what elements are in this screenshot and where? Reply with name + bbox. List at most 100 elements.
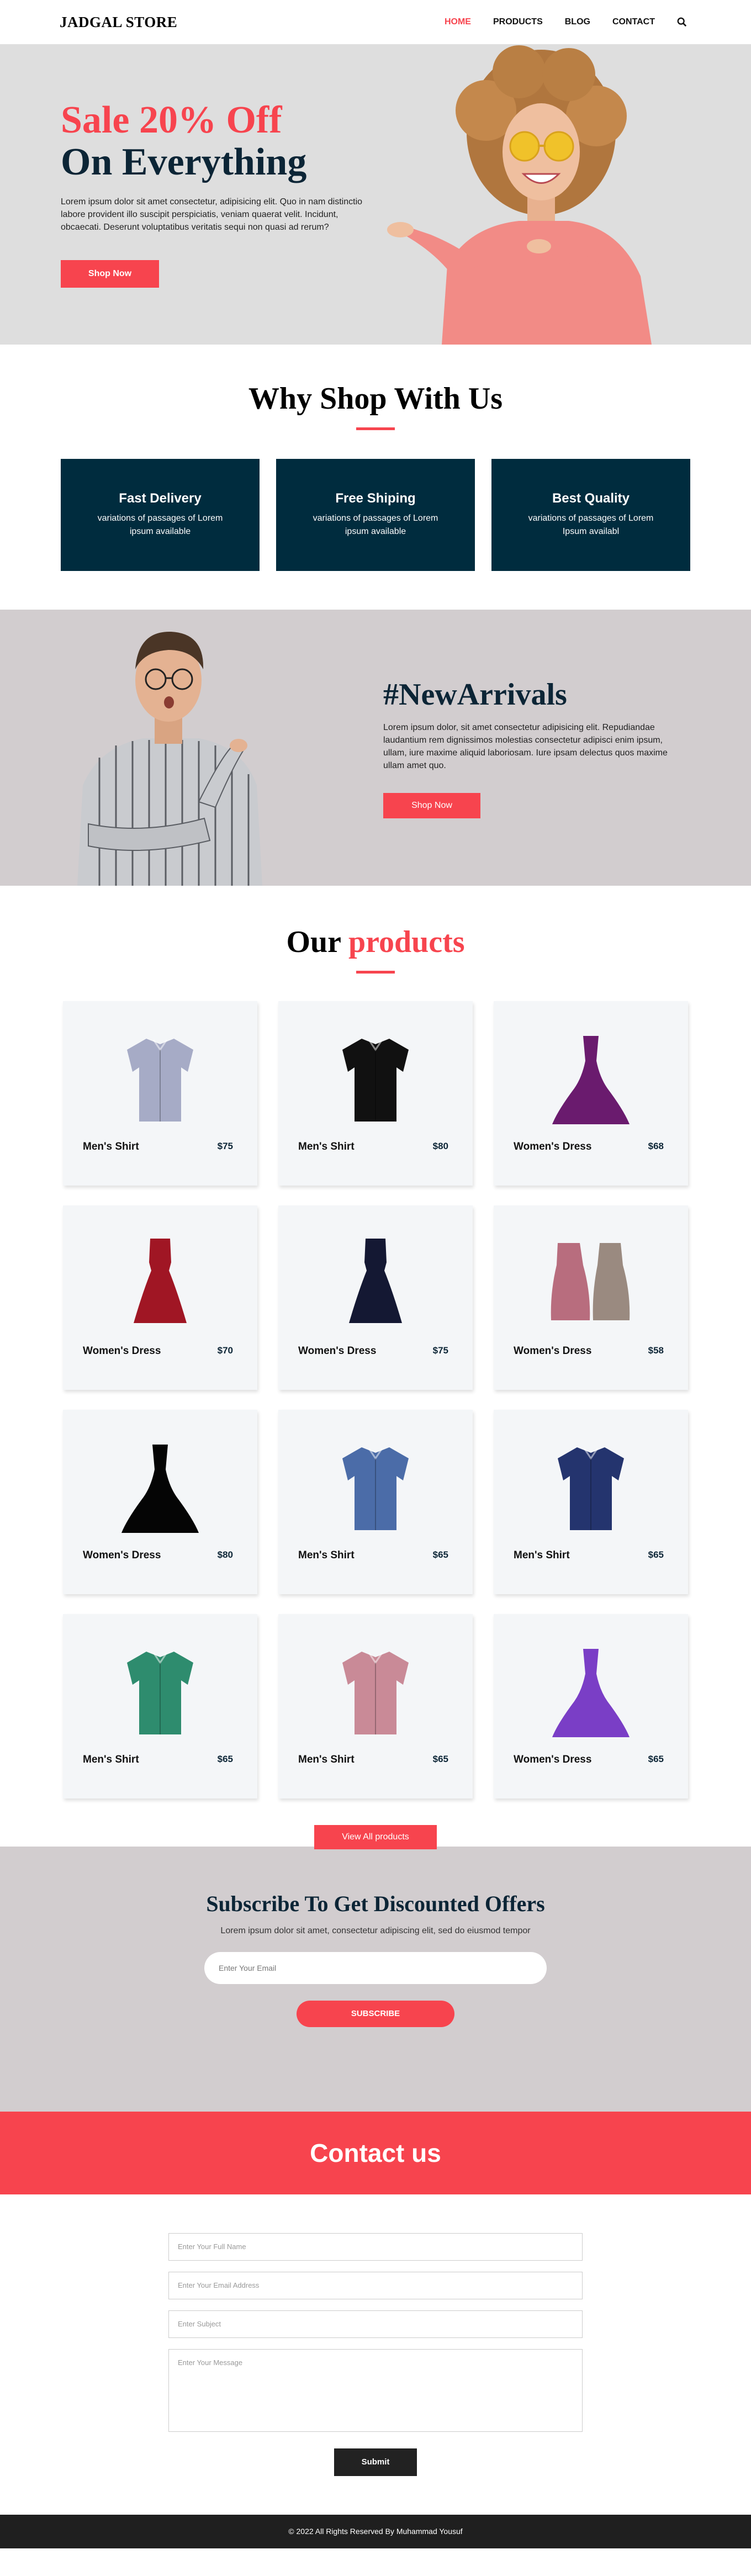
arrivals-model-image: [77, 631, 262, 886]
product-image: [551, 1243, 630, 1320]
product-price: $65: [432, 1549, 448, 1560]
hero-model-image: [387, 45, 652, 345]
product-name: Men's Shirt: [514, 1549, 570, 1561]
product-name: Men's Shirt: [83, 1141, 139, 1152]
product-price: $65: [217, 1754, 233, 1764]
product-card[interactable]: Women's Dress $70: [63, 1205, 257, 1390]
submit-button[interactable]: Submit: [334, 2448, 417, 2476]
product-name: Men's Shirt: [83, 1754, 139, 1765]
arrivals-title: #NewArrivals: [383, 678, 567, 712]
product-image: [342, 1039, 409, 1122]
view-all-products-button[interactable]: View All products: [314, 1825, 437, 1849]
product-image: [349, 1239, 402, 1323]
hero-text: Sale 20% Off On Everything Lorem ipsum d…: [61, 99, 376, 288]
view-all-wrapper: View All products: [0, 1825, 751, 1849]
product-name: Women's Dress: [83, 1345, 161, 1357]
subscribe-email-input[interactable]: Enter Your Email: [204, 1952, 547, 1984]
hero-description: Lorem ipsum dolor sit amet consectetur, …: [61, 197, 363, 232]
product-price: $65: [648, 1754, 664, 1764]
site-logo[interactable]: JADGAL STORE: [60, 14, 177, 31]
message-field[interactable]: Enter Your Message: [168, 2349, 583, 2432]
nav-blog[interactable]: BLOG: [565, 17, 590, 27]
site-header: JADGAL STORE HOME PRODUCTS BLOG CONTACT: [0, 0, 751, 44]
why-shop-section: Why Shop With Us Fast Delivery variation…: [0, 345, 751, 610]
main-nav: HOME PRODUCTS BLOG CONTACT: [445, 17, 687, 27]
feature-text: variations of passages of Lorem ipsum av…: [313, 514, 438, 536]
product-name: Men's Shirt: [298, 1141, 355, 1152]
product-card[interactable]: Men's Shirt $80: [278, 1001, 473, 1186]
new-arrivals-section: #NewArrivals Lorem ipsum dolor, sit amet…: [0, 610, 751, 886]
feature-card-delivery: Fast Delivery variations of passages of …: [61, 459, 260, 571]
feature-title: Best Quality: [552, 491, 630, 506]
hero-title-sale: Sale 20% Off: [61, 99, 282, 141]
product-card[interactable]: Women's Dress $65: [494, 1614, 688, 1799]
product-card[interactable]: Men's Shirt $65: [494, 1410, 688, 1594]
product-price: $75: [432, 1345, 448, 1356]
product-price: $68: [648, 1141, 664, 1151]
product-card[interactable]: Women's Dress $75: [278, 1205, 473, 1390]
product-card[interactable]: Men's Shirt $65: [63, 1614, 257, 1799]
product-image: [127, 1652, 193, 1734]
title-underline: [356, 427, 395, 430]
feature-card-shipping: Free Shiping variations of passages of L…: [276, 459, 475, 571]
product-card[interactable]: Women's Dress $68: [494, 1001, 688, 1186]
product-card[interactable]: Men's Shirt $65: [278, 1614, 473, 1799]
feature-title: Fast Delivery: [119, 491, 202, 506]
product-image: [121, 1445, 199, 1533]
feature-text: variations of passages of Lorem ipsum av…: [97, 514, 223, 536]
product-image: [552, 1649, 630, 1737]
products-title-our: Our: [286, 925, 341, 959]
nav-contact[interactable]: CONTACT: [612, 17, 655, 27]
arrivals-text: #NewArrivals Lorem ipsum dolor, sit amet…: [383, 677, 670, 818]
full-name-field[interactable]: Enter Your Full Name: [168, 2233, 583, 2261]
product-name: Men's Shirt: [298, 1549, 355, 1561]
product-card[interactable]: Women's Dress $58: [494, 1205, 688, 1390]
product-card[interactable]: Women's Dress $80: [63, 1410, 257, 1594]
email-address-field[interactable]: Enter Your Email Address: [168, 2272, 583, 2299]
contact-title: Contact us: [310, 2139, 441, 2167]
copyright-text: © 2022 All Rights Reserved By Muhammad Y…: [288, 2527, 463, 2536]
product-name: Men's Shirt: [298, 1754, 355, 1765]
arrivals-shop-now-button[interactable]: Shop Now: [383, 793, 480, 818]
product-name: Women's Dress: [514, 1141, 592, 1152]
product-image: [342, 1652, 409, 1734]
products-title-products: products: [348, 925, 465, 959]
contact-banner: Contact us: [0, 2112, 751, 2194]
product-image: [134, 1239, 187, 1323]
product-grid: Men's Shirt $75 Men's Shirt $80 Women's …: [0, 1001, 751, 1799]
products-title: Our products: [0, 924, 751, 960]
product-price: $80: [432, 1141, 448, 1151]
subscribe-section: Subscribe To Get Discounted Offers Lorem…: [0, 1847, 751, 2112]
arrivals-description: Lorem ipsum dolor, sit amet consectetur …: [383, 723, 668, 770]
product-price: $65: [648, 1549, 664, 1560]
product-price: $58: [648, 1345, 664, 1356]
nav-home[interactable]: HOME: [445, 17, 471, 27]
product-price: $70: [217, 1345, 233, 1356]
product-name: Women's Dress: [514, 1754, 592, 1765]
product-name: Women's Dress: [514, 1345, 592, 1357]
product-card[interactable]: Men's Shirt $65: [278, 1410, 473, 1594]
product-image: [558, 1447, 624, 1530]
subscribe-button[interactable]: SUBSCRIBE: [297, 2001, 454, 2027]
why-shop-cards: Fast Delivery variations of passages of …: [0, 459, 751, 571]
hero-shop-now-button[interactable]: Shop Now: [61, 260, 159, 288]
product-card[interactable]: Men's Shirt $75: [63, 1001, 257, 1186]
site-footer: © 2022 All Rights Reserved By Muhammad Y…: [0, 2515, 751, 2548]
why-shop-title: Why Shop With Us: [248, 382, 503, 416]
contact-form: Enter Your Full Name Enter Your Email Ad…: [0, 2194, 751, 2515]
product-name: Women's Dress: [83, 1549, 161, 1561]
nav-products[interactable]: PRODUCTS: [493, 17, 543, 27]
title-underline: [356, 971, 395, 974]
hero-title: Sale 20% Off On Everything: [61, 99, 376, 183]
product-price: $75: [217, 1141, 233, 1151]
subscribe-title: Subscribe To Get Discounted Offers: [206, 1891, 545, 1916]
products-section: Our products Men's Shirt $75 Men's Shirt…: [0, 886, 751, 1849]
hero-title-everything: On Everything: [61, 141, 307, 183]
feature-title: Free Shiping: [335, 491, 416, 506]
search-icon[interactable]: [677, 17, 687, 27]
product-name: Women's Dress: [298, 1345, 377, 1357]
hero-banner: Sale 20% Off On Everything Lorem ipsum d…: [0, 44, 751, 345]
subject-field[interactable]: Enter Subject: [168, 2310, 583, 2338]
product-image: [552, 1036, 630, 1124]
subscribe-description: Lorem ipsum dolor sit amet, consectetur …: [220, 1926, 531, 1935]
